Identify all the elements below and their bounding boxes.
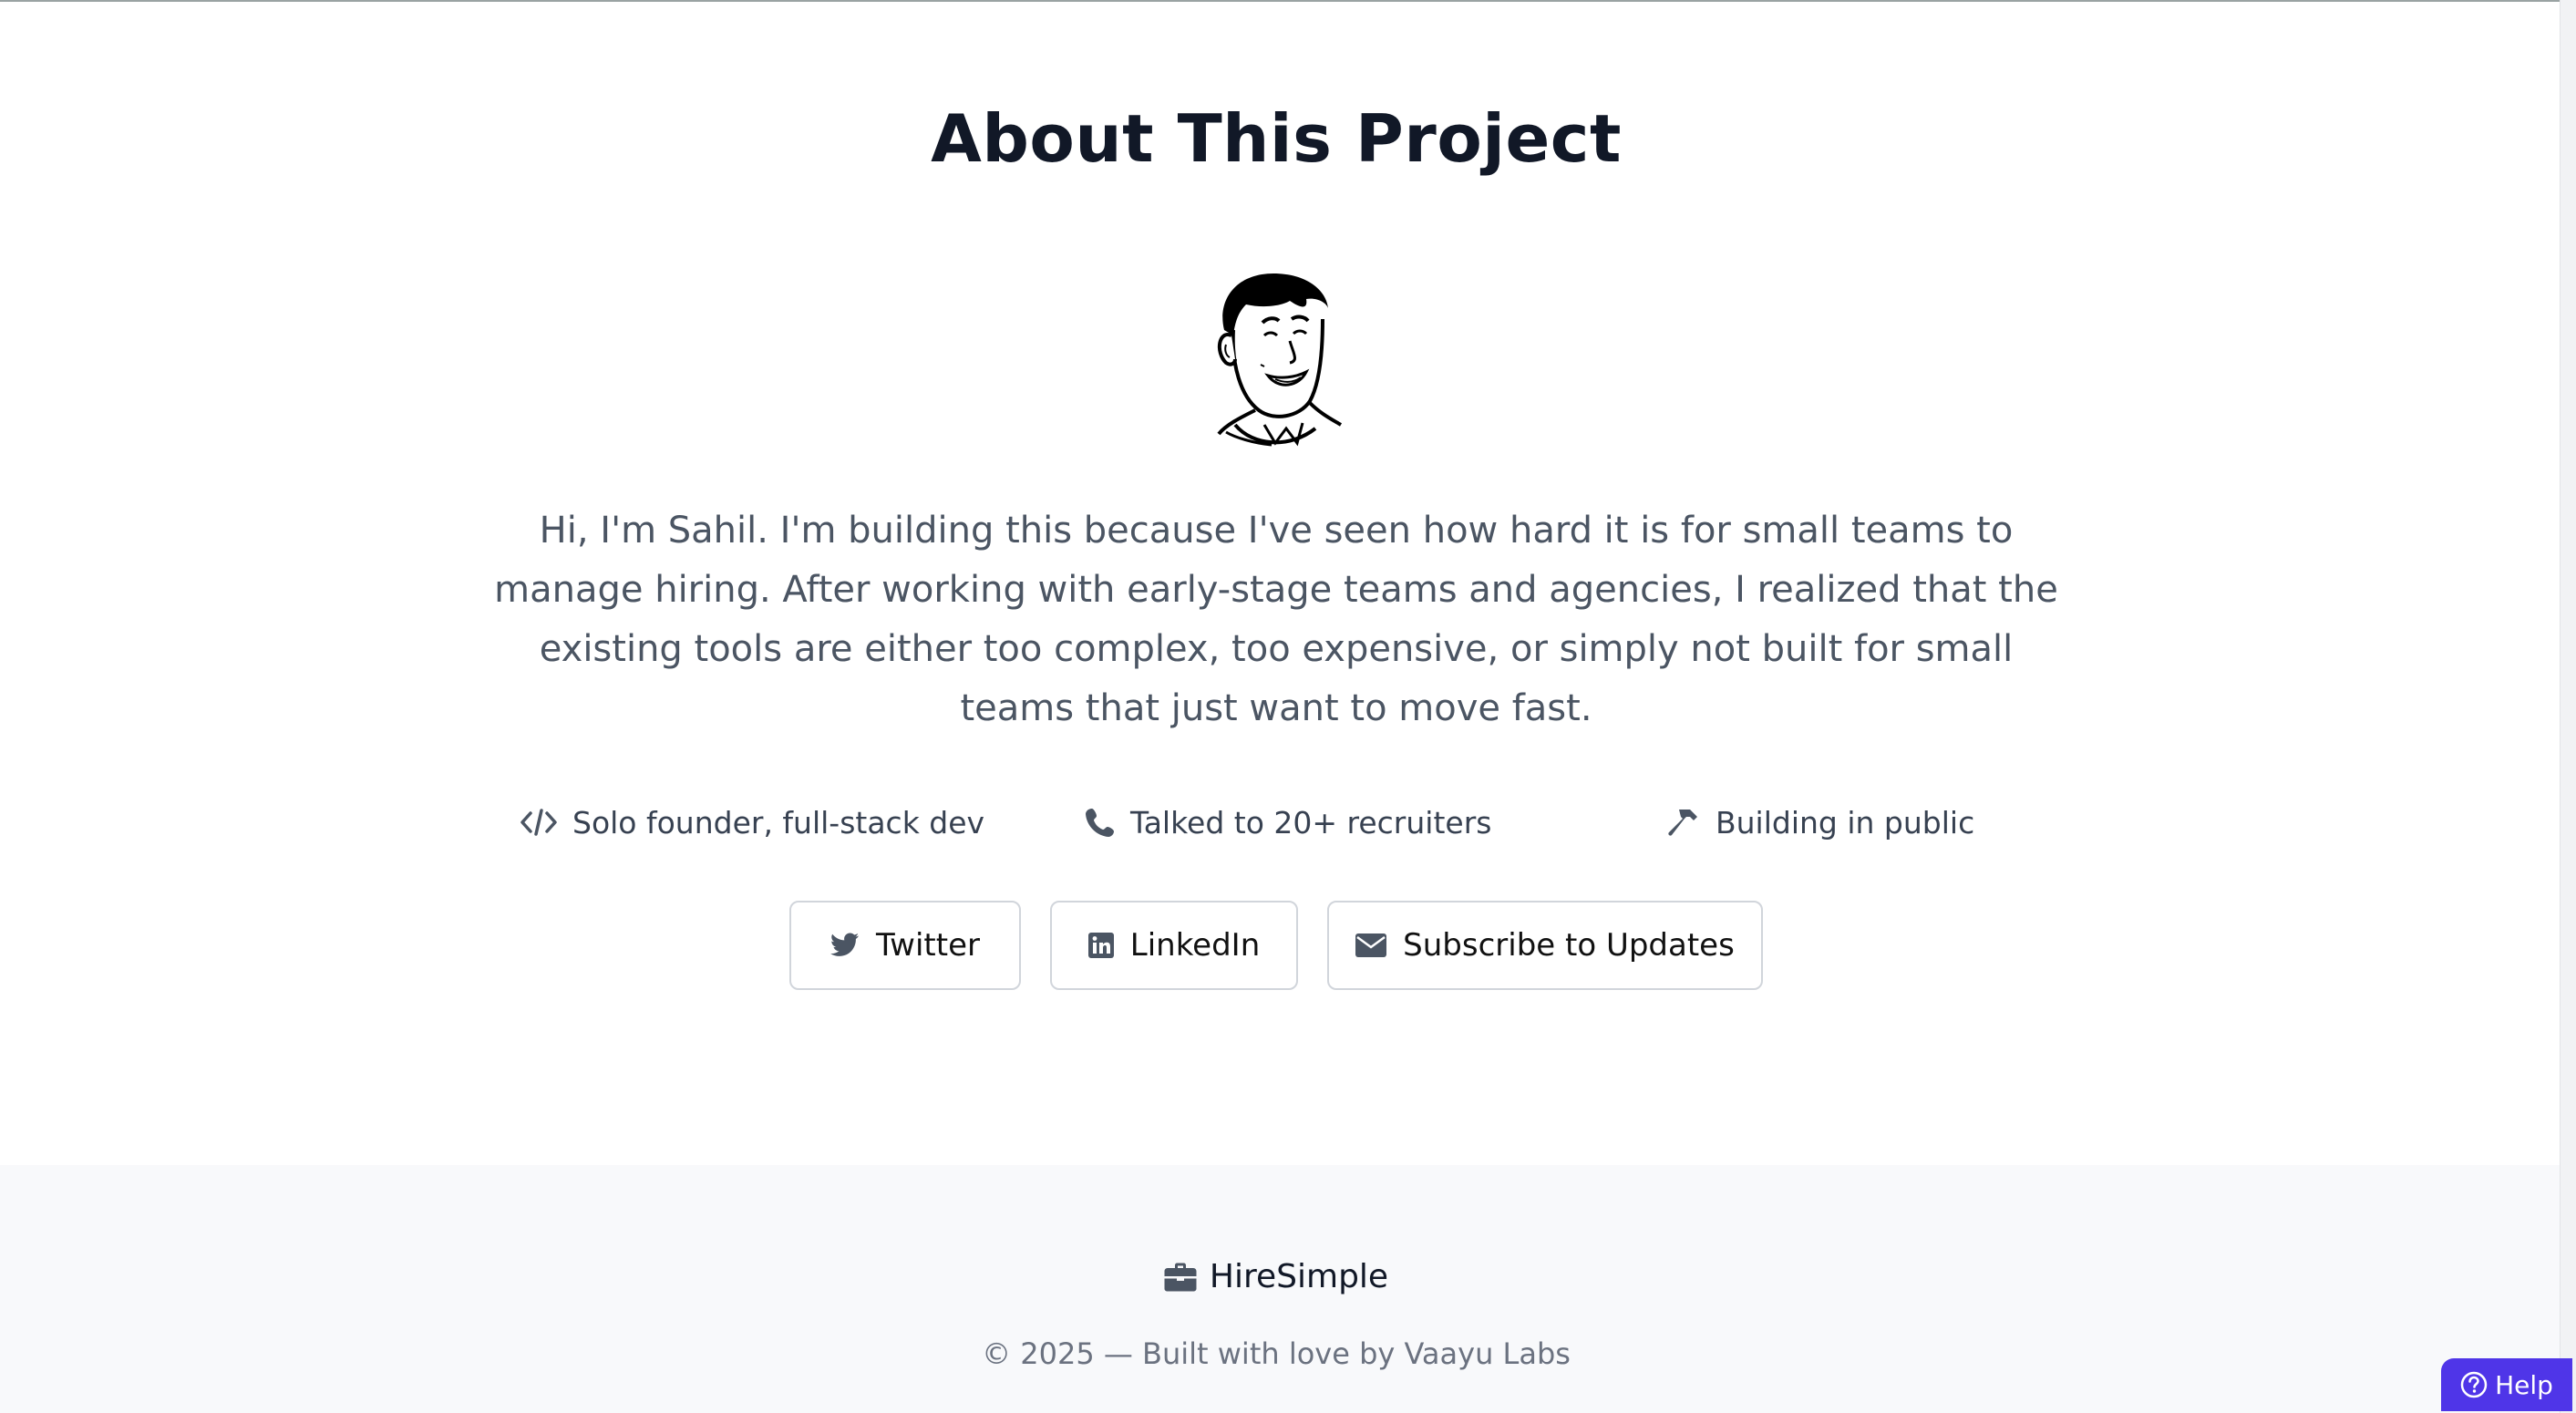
footer-brand[interactable]: HireSimple: [0, 1258, 2552, 1295]
social-buttons: Twitter LinkedIn Subscribe to Updates: [0, 901, 2552, 992]
fact-label: Talked to 20+ recruiters: [1130, 804, 1492, 841]
question-circle-icon: [2460, 1371, 2488, 1398]
about-paragraph: Hi, I'm Sahil. I'm building this because…: [494, 510, 2058, 729]
help-label: Help: [2495, 1369, 2553, 1400]
founder-avatar: [1217, 273, 1343, 447]
page: About This Project Hi, I'm Sahil. I'm bu…: [0, 0, 2576, 1413]
twitter-label: Twitter: [876, 927, 980, 964]
fact-label: Solo founder, full-stack dev: [572, 804, 985, 841]
linkedin-icon: [1087, 933, 1114, 958]
linkedin-label: LinkedIn: [1129, 927, 1261, 964]
brand-name: HireSimple: [1209, 1258, 1389, 1295]
fact-item-founder: Solo founder, full-stack dev: [520, 795, 984, 850]
briefcase-icon: [1164, 1263, 1197, 1292]
about-section: About This Project Hi, I'm Sahil. I'm bu…: [0, 2, 2560, 1165]
subscribe-button[interactable]: Subscribe to Updates: [1327, 901, 1763, 990]
footer: HireSimple © 2025 — Built with love by V…: [0, 1165, 2560, 1413]
twitter-icon: [830, 933, 860, 958]
code-icon: [520, 809, 558, 836]
page-title: About This Project: [931, 100, 1622, 177]
phone-icon: [1085, 807, 1116, 838]
fact-item-public: Building in public: [1666, 795, 1974, 850]
envelope-icon: [1355, 933, 1387, 957]
hammer-icon: [1666, 806, 1701, 839]
fact-label: Building in public: [1716, 804, 1975, 841]
twitter-button[interactable]: Twitter: [789, 901, 1021, 990]
facts-row: Solo founder, full-stack dev Talked to 2…: [0, 795, 2552, 850]
linkedin-button[interactable]: LinkedIn: [1050, 901, 1298, 990]
scrollbar[interactable]: [2560, 0, 2576, 1413]
fact-item-recruiters: Talked to 20+ recruiters: [1085, 795, 1491, 850]
help-button[interactable]: Help: [2441, 1358, 2572, 1411]
copyright-text: © 2025 — Built with love by Vaayu Labs: [982, 1336, 1571, 1371]
subscribe-label: Subscribe to Updates: [1403, 927, 1735, 964]
